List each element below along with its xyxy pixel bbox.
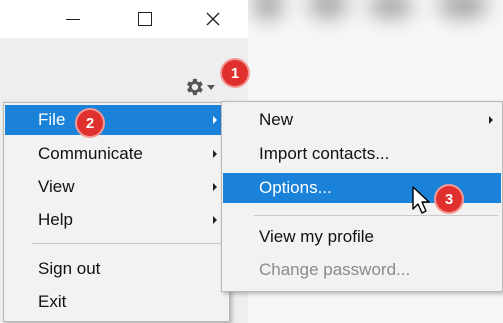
window-titlebar: [0, 0, 248, 38]
menu-item-label: Change password...: [259, 260, 411, 279]
menu-item-label: View: [38, 177, 75, 196]
submenu-arrow-icon: [213, 116, 217, 124]
mouse-pointer-icon: [412, 186, 430, 214]
settings-menu-button[interactable]: [183, 76, 219, 98]
submenu-arrow-icon: [213, 150, 217, 158]
menu-item-import-contacts[interactable]: Import contacts...: [223, 139, 501, 169]
menu-item-new[interactable]: New: [223, 105, 501, 135]
menu-item-view[interactable]: View: [5, 172, 228, 202]
menu-item-label: New: [259, 110, 294, 129]
gear-icon: [187, 78, 203, 96]
menu-item-label: Sign out: [38, 259, 101, 278]
step-badge-2: 2: [77, 110, 103, 136]
chevron-down-icon: [207, 84, 215, 90]
menu-item-label: File: [38, 110, 66, 129]
menu-item-label: Options...: [259, 178, 332, 197]
menu-item-label: Exit: [38, 292, 67, 311]
menu-separator: [254, 215, 498, 216]
menu-item-help[interactable]: Help: [5, 205, 228, 235]
menu-item-label: View my profile: [259, 227, 374, 246]
menu-item-sign-out[interactable]: Sign out: [5, 254, 228, 284]
menu-separator: [32, 243, 225, 244]
maximize-icon: [138, 12, 152, 26]
menu-item-label: Import contacts...: [259, 144, 390, 163]
menu-item-communicate[interactable]: Communicate: [5, 139, 228, 169]
minimize-button[interactable]: [48, 0, 98, 38]
submenu-arrow-icon: [213, 216, 217, 224]
menu-item-label: Help: [38, 210, 73, 229]
submenu-arrow-icon: [213, 183, 217, 191]
menu-item-file[interactable]: File: [5, 105, 228, 135]
close-icon: [206, 12, 220, 26]
step-badge-1: 1: [222, 60, 248, 86]
menu-item-exit[interactable]: Exit: [5, 287, 228, 317]
maximize-button[interactable]: [120, 0, 170, 38]
menu-item-view-my-profile[interactable]: View my profile: [223, 222, 501, 252]
step-badge-3: 3: [436, 186, 462, 212]
menu-item-label: Communicate: [38, 144, 143, 163]
menu-item-change-password: Change password...: [223, 255, 501, 285]
minimize-icon: [66, 18, 80, 20]
main-menu: File Communicate View Help Sign out Exit: [3, 102, 230, 322]
close-button[interactable]: [188, 0, 238, 38]
submenu-arrow-icon: [489, 116, 493, 124]
